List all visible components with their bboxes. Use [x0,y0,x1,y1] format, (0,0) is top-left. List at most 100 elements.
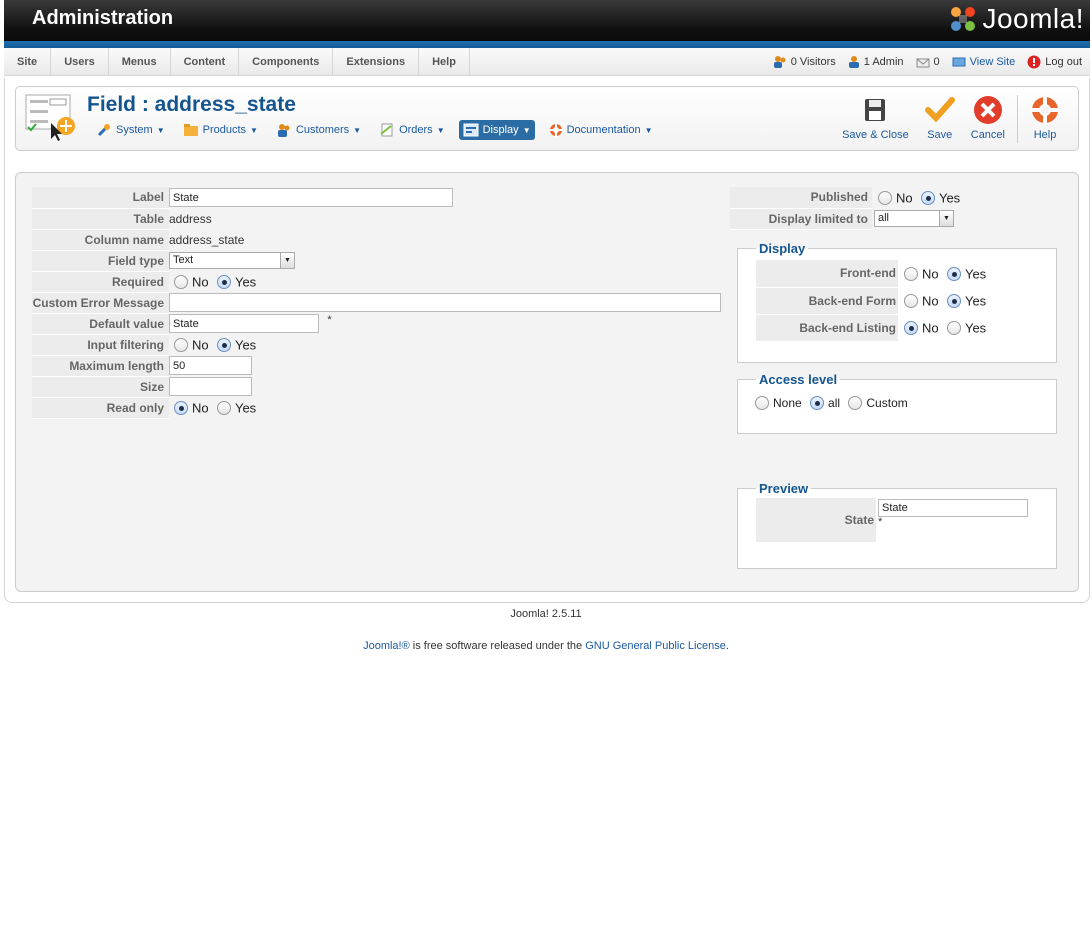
admins-status: 1 Admin [848,56,904,68]
preview-required-marker: * [878,516,883,528]
admin-header: Administration Joomla! [4,0,1090,41]
input-filtering-no-radio[interactable] [174,337,188,352]
help-lifebuoy-icon [1031,96,1059,124]
edit-field-panel: Label Table address Column name address_… [15,172,1079,592]
admins-count: 1 Admin [863,56,904,68]
view-site-label: View Site [969,56,1016,68]
admin-icon [848,56,859,68]
mail-icon [916,58,930,67]
submenu-system-label: System [116,124,153,136]
chevron-down-icon: ▼ [156,125,165,135]
submenu-display[interactable]: Display ▼ [458,120,535,140]
chevron-down-icon: ▼ [436,125,445,135]
front-end-yes-radio[interactable] [946,266,961,281]
access-none-radio[interactable] [755,395,769,410]
display-legend: Display [759,241,806,256]
submenu-documentation-label: Documentation [566,124,641,136]
read-only-yes-radio[interactable] [216,400,231,415]
display-fieldset: Display Front-end No Yes Back-end Form N… [737,241,1057,363]
default-value-input[interactable] [169,314,319,333]
published-yes-radio[interactable] [920,190,935,205]
help-button[interactable]: Help [1022,95,1068,141]
read-only-yes-label: Yes [234,400,257,416]
backend-listing-yes-label: Yes [964,320,987,336]
messages-status[interactable]: 0 [916,56,940,68]
submenu-system[interactable]: System ▼ [92,120,169,140]
menu-help[interactable]: Help [419,48,470,76]
joomla-logo[interactable]: Joomla! [948,2,1084,36]
field-page-icon [25,94,75,141]
access-custom-radio[interactable] [848,395,863,410]
submenu-orders[interactable]: Orders ▼ [375,120,449,140]
menu-site[interactable]: Site [4,48,52,76]
menu-content[interactable]: Content [171,48,240,76]
access-all-radio[interactable] [810,395,825,410]
footer-text: is free software released under the [409,640,586,652]
menu-menus[interactable]: Menus [109,48,171,76]
save-button[interactable]: Save [917,95,963,141]
required-marker: * [327,314,332,326]
backend-form-yes-label: Yes [964,293,987,309]
wrench-icon [97,124,110,137]
input-filtering-no-label: No [192,337,209,353]
chevron-down-icon: ▼ [522,125,531,135]
read-only-label: Read only [32,397,169,419]
submenu-orders-label: Orders [399,124,433,136]
cancel-button[interactable]: Cancel [963,95,1013,141]
input-filtering-yes-label: Yes [234,337,257,353]
submenu-documentation[interactable]: Documentation ▼ [545,120,657,140]
header-title: Administration [32,7,174,29]
input-filtering-yes-radio[interactable] [216,337,231,352]
access-level-legend: Access level [759,372,838,387]
front-end-no-radio[interactable] [904,266,918,281]
toolbar-buttons: Save & Close Save Cancel Help [834,95,1068,143]
messages-count: 0 [933,56,940,68]
chevron-down-icon: ▼ [353,125,362,135]
header-stripe [4,41,1090,48]
display-limited-select[interactable]: all ▼ [874,210,954,227]
backend-form-no-radio[interactable] [904,293,918,308]
chevron-down-icon: ▼ [644,125,653,135]
table-value: address [169,211,212,226]
save-close-label: Save & Close [842,129,909,141]
orders-icon [380,123,393,137]
published-no-radio[interactable] [878,190,892,205]
save-close-button[interactable]: Save & Close [834,95,917,141]
menu-extensions[interactable]: Extensions [333,48,420,76]
joomla-link[interactable]: Joomla!® [363,640,410,652]
size-input[interactable] [169,377,252,396]
gpl-license-link[interactable]: GNU General Public License [585,640,726,652]
access-all-label: all [828,395,841,410]
preview-legend: Preview [759,481,809,496]
max-length-input[interactable] [169,356,252,375]
backend-form-yes-radio[interactable] [946,293,961,308]
required-no-radio[interactable] [174,274,188,289]
backend-form-no-label: No [922,293,939,309]
submenu-products[interactable]: Products ▼ [179,120,262,140]
component-submenu: System ▼ Products ▼ Customers ▼ Orders ▼… [92,120,657,140]
backend-listing-label: Back-end Listing [756,314,898,342]
custom-error-input[interactable] [169,293,721,312]
field-type-select[interactable]: Text ▼ [169,252,295,269]
backend-listing-yes-radio[interactable] [946,320,961,335]
menu-users[interactable]: Users [51,48,109,76]
view-site-link[interactable]: View Site [952,56,1016,68]
lifebuoy-icon [548,123,563,137]
menu-components[interactable]: Components [239,48,334,76]
submenu-customers[interactable]: Customers ▼ [272,120,365,140]
footer-license: Joomla!® is free software released under… [0,640,1092,652]
preview-input[interactable] [878,499,1028,517]
submenu-products-label: Products [202,124,247,136]
required-no-label: No [192,274,209,290]
logout-link[interactable]: Log out [1027,55,1082,69]
logout-icon [1027,55,1041,69]
backend-listing-no-radio[interactable] [904,320,918,335]
label-input[interactable] [169,188,453,207]
read-only-no-radio[interactable] [174,400,188,415]
help-label: Help [1033,129,1057,141]
cancel-label: Cancel [970,129,1005,141]
published-label: Published [730,187,872,209]
front-end-label: Front-end [756,260,898,288]
required-yes-radio[interactable] [216,274,231,289]
published-yes-label: Yes [938,190,961,206]
